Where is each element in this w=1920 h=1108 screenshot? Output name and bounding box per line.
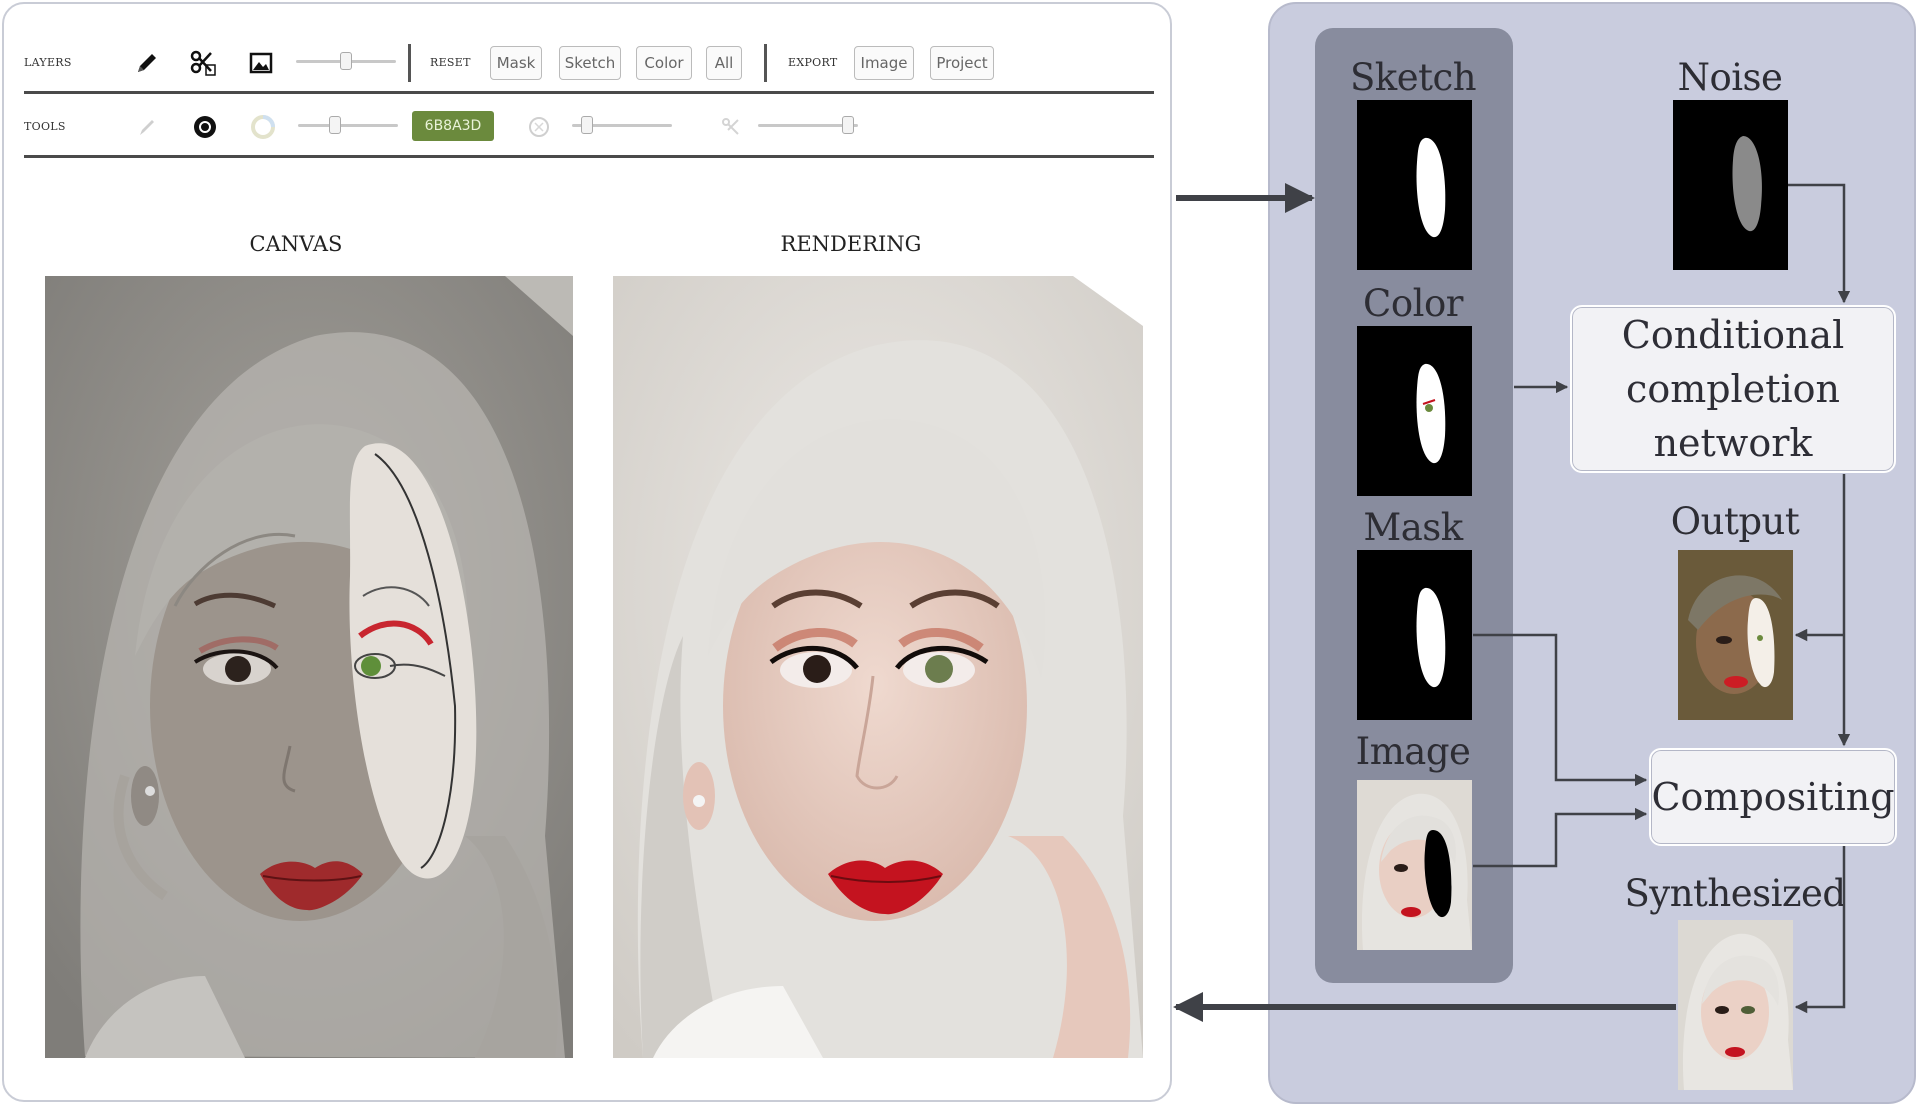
layer-opacity-knob[interactable] — [340, 52, 352, 70]
layers-label: LAYERS — [24, 56, 72, 69]
brush-size-icon[interactable] — [190, 112, 220, 142]
image-layer-icon[interactable] — [246, 48, 276, 78]
reset-sketch-button[interactable]: Sketch — [559, 46, 621, 80]
brush-icon[interactable] — [132, 112, 162, 142]
synthesized-label: Synthesized — [1624, 872, 1846, 915]
layer-opacity-slider[interactable] — [296, 52, 396, 70]
reset-color-button[interactable]: Color — [636, 46, 692, 80]
export-label: EXPORT — [788, 56, 838, 69]
canvas-portrait — [45, 276, 573, 1058]
stroke-width-knob[interactable] — [841, 116, 854, 134]
tolerance-knob[interactable] — [580, 116, 593, 134]
tool-size-knob[interactable] — [328, 116, 341, 134]
stroke-width-slider[interactable] — [758, 116, 858, 134]
tolerance-slider[interactable] — [572, 116, 672, 134]
canvas-title: CANVAS — [249, 232, 343, 256]
color-label: Color — [1363, 282, 1463, 325]
rendering-title: RENDERING — [780, 232, 922, 256]
synthesized-thumbnail — [1678, 920, 1793, 1090]
export-image-button[interactable]: Image — [854, 46, 914, 80]
tools-toolbar: TOOLS 6B8A3D — [24, 96, 1154, 158]
color-wheel-icon[interactable] — [248, 112, 278, 142]
sketch-thumbnail — [1357, 100, 1472, 270]
scissors-icon[interactable] — [188, 48, 218, 78]
image-thumbnail — [1357, 780, 1472, 950]
noise-thumbnail — [1673, 100, 1788, 270]
layers-toolbar: LAYERS RESET Mask Sketch Color All EXPOR… — [24, 32, 1154, 94]
image-label: Image — [1355, 730, 1471, 773]
fill-tool-icon[interactable] — [524, 112, 554, 142]
tool-size-slider[interactable] — [298, 116, 398, 134]
reset-label: RESET — [430, 56, 471, 69]
reset-all-button[interactable]: All — [706, 46, 742, 80]
toolbar-divider — [764, 44, 767, 82]
network-label-line2: completion network — [1626, 367, 1840, 465]
drawing-canvas[interactable] — [45, 276, 573, 1058]
compositing-label: Compositing — [1651, 775, 1895, 819]
output-thumbnail — [1678, 550, 1793, 720]
sketch-label: Sketch — [1349, 56, 1477, 99]
rendered-portrait — [613, 276, 1143, 1058]
reset-mask-button[interactable]: Mask — [490, 46, 542, 80]
mask-label: Mask — [1363, 506, 1463, 549]
network-label-line1: Conditional — [1621, 313, 1845, 357]
editor-window: LAYERS RESET Mask Sketch Color All EXPOR… — [2, 2, 1172, 1102]
compositing-node: Compositing — [1649, 748, 1897, 846]
mask-thumbnail — [1357, 550, 1472, 720]
output-label: Output — [1670, 500, 1800, 543]
toolbar-divider — [408, 44, 411, 82]
noise-label: Noise — [1677, 56, 1783, 99]
conditional-completion-network-node: Conditional completion network — [1570, 305, 1896, 473]
tools-label: TOOLS — [24, 120, 66, 133]
eraser-icon[interactable] — [716, 112, 746, 142]
color-thumbnail — [1357, 326, 1472, 496]
export-project-button[interactable]: Project — [930, 46, 994, 80]
rendering-output — [613, 276, 1143, 1058]
color-value-swatch[interactable]: 6B8A3D — [412, 111, 494, 141]
pencil-icon[interactable] — [132, 48, 162, 78]
